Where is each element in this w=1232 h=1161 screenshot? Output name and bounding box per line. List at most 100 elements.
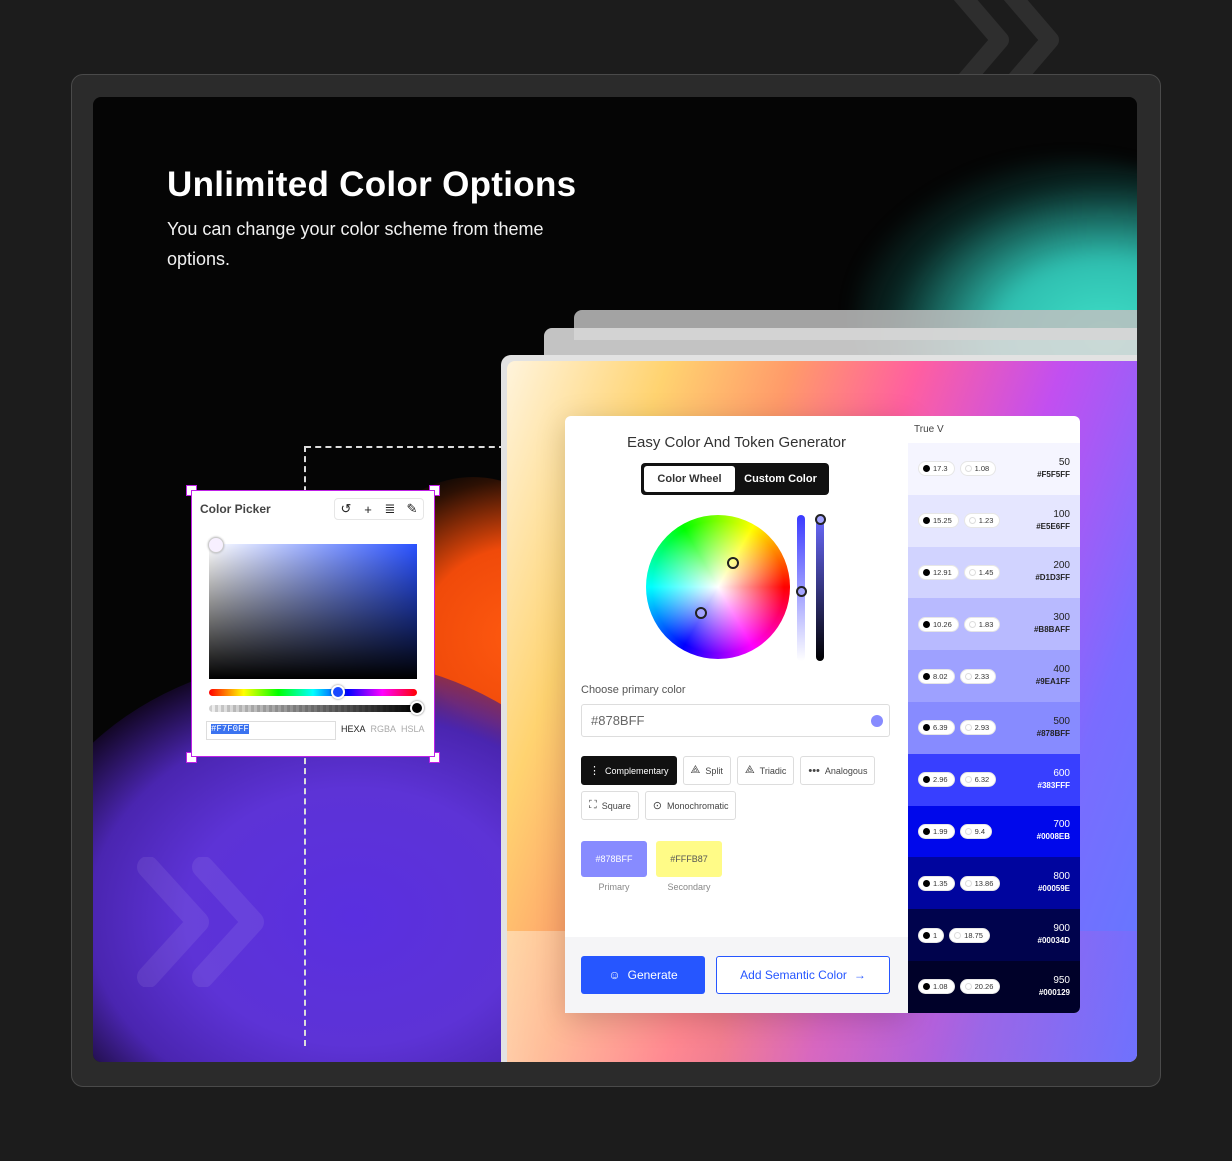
dark-dot-icon bbox=[923, 724, 930, 732]
split-icon: ⟁ bbox=[690, 764, 701, 776]
lightness-bar[interactable] bbox=[816, 515, 824, 661]
hex-input[interactable]: #F7F0FF bbox=[206, 721, 336, 740]
scale-row[interactable]: 2.96 6.32 600 #383FFF bbox=[908, 753, 1080, 806]
scale-row[interactable]: 1.08 20.26 950 #000129 bbox=[908, 960, 1080, 1013]
scale-row[interactable]: 1 18.75 900 #00034D bbox=[908, 909, 1080, 961]
scale-hex: #383FFF bbox=[1037, 780, 1070, 790]
analogous-icon: ••• bbox=[808, 764, 820, 777]
scale-row[interactable]: 15.25 1.23 100 #E5E6FF bbox=[908, 494, 1080, 547]
contrast-dark-value: 6.39 bbox=[933, 723, 948, 733]
primary-color-input[interactable]: #878BFF bbox=[581, 704, 890, 737]
mode-rgba[interactable]: RGBA bbox=[371, 724, 397, 734]
contrast-dark-value: 15.25 bbox=[933, 516, 952, 526]
scale-row[interactable]: 10.26 1.83 300 #B8BAFF bbox=[908, 598, 1080, 651]
light-dot-icon bbox=[954, 931, 962, 939]
lightness-bar-handle[interactable] bbox=[815, 514, 826, 525]
scale-hex: #0008EB bbox=[1036, 832, 1070, 842]
light-dot-icon bbox=[964, 465, 972, 473]
add-semantic-color-button[interactable]: Add Semantic Color → bbox=[716, 956, 890, 994]
hue-slider-handle[interactable] bbox=[331, 685, 345, 699]
generate-button[interactable]: ☺ Generate bbox=[581, 956, 705, 994]
contrast-pills: 12.91 1.45 bbox=[918, 564, 1001, 580]
scale-row-info: 700 #0008EB bbox=[1037, 819, 1070, 843]
reset-icon[interactable]: ↺ bbox=[335, 499, 357, 519]
dark-dot-icon bbox=[923, 672, 930, 680]
plus-icon[interactable]: + bbox=[357, 499, 379, 519]
scale-row-info: 800 #00059E bbox=[1038, 871, 1070, 895]
mode-toggle: Color Wheel Custom Color bbox=[641, 463, 829, 495]
scale-row[interactable]: 6.39 2.93 500 #878BFF bbox=[908, 701, 1080, 754]
mode-hexa[interactable]: HEXA bbox=[341, 724, 366, 734]
scale-title: True V bbox=[914, 424, 944, 435]
contrast-dark-pill: 1.99 bbox=[918, 823, 955, 839]
harmony-triadic[interactable]: ⟁ Triadic bbox=[736, 756, 795, 785]
hue-slider[interactable] bbox=[209, 689, 417, 696]
contrast-light-pill: 2.93 bbox=[959, 720, 997, 736]
scale-hex: #B8BAFF bbox=[1033, 625, 1070, 635]
light-dot-icon bbox=[964, 672, 972, 680]
harmony-label: Split bbox=[705, 765, 723, 776]
dark-dot-icon bbox=[923, 465, 930, 473]
contrast-pills: 17.3 1.08 bbox=[918, 461, 997, 477]
database-icon[interactable]: ≣ bbox=[379, 499, 401, 519]
contrast-light-pill: 1.23 bbox=[963, 513, 1001, 529]
scale-hex: #00059E bbox=[1037, 884, 1070, 894]
color-wheel[interactable] bbox=[646, 515, 790, 659]
swatch-secondary[interactable]: #FFFB87 Secondary bbox=[656, 841, 722, 892]
harmony-label: Triadic bbox=[759, 765, 787, 776]
light-dot-icon bbox=[968, 517, 976, 525]
contrast-light-pill: 1.08 bbox=[959, 461, 997, 477]
scale-step: 100 bbox=[1053, 508, 1070, 520]
harmony-monochromatic[interactable]: ⊙ Monochromatic bbox=[644, 791, 737, 820]
contrast-dark-pill: 1 bbox=[918, 927, 945, 943]
scale-row-info: 300 #B8BAFF bbox=[1034, 612, 1070, 636]
contrast-dark-pill: 15.25 bbox=[918, 513, 959, 529]
scale-row[interactable]: 8.02 2.33 400 #9EA1FF bbox=[908, 650, 1080, 702]
mode-hsla[interactable]: HSLA bbox=[401, 724, 425, 734]
wheel-handle-primary[interactable] bbox=[695, 607, 707, 619]
light-dot-icon bbox=[964, 827, 972, 835]
contrast-pills: 1.35 13.86 bbox=[918, 875, 1001, 891]
color-picker-title: Color Picker bbox=[200, 502, 271, 516]
saturation-area[interactable] bbox=[209, 544, 417, 679]
palette-icon: ☺ bbox=[608, 968, 621, 982]
light-dot-icon bbox=[964, 724, 972, 732]
contrast-light-value: 20.26 bbox=[974, 982, 994, 992]
swatch-primary[interactable]: #878BFF Primary bbox=[581, 841, 647, 892]
scale-row[interactable]: 1.99 9.4 700 #0008EB bbox=[908, 805, 1080, 858]
contrast-light-pill: 9.4 bbox=[959, 823, 993, 839]
triadic-icon: ⟁ bbox=[744, 764, 755, 776]
color-mode-switch: HEXA RGBA HSLA bbox=[341, 724, 425, 734]
scale-row[interactable]: 17.3 1.08 50 #F5F5FF bbox=[908, 443, 1080, 495]
harmony-square[interactable]: ⛶ Square bbox=[581, 791, 639, 820]
harmony-complementary[interactable]: ⋮ Complementary bbox=[581, 756, 677, 785]
dark-dot-icon bbox=[923, 568, 930, 576]
scale-hex: #000129 bbox=[1038, 987, 1070, 997]
saturation-handle[interactable] bbox=[208, 537, 224, 553]
alpha-slider[interactable] bbox=[209, 705, 417, 712]
scale-row[interactable]: 1.35 13.86 800 #00059E bbox=[908, 857, 1080, 910]
harmony-split[interactable]: ⟁ Split bbox=[682, 756, 731, 785]
contrast-dark-value: 1.08 bbox=[933, 982, 948, 992]
contrast-dark-value: 1 bbox=[933, 930, 938, 940]
scale-row-info: 950 #000129 bbox=[1039, 975, 1070, 999]
scale-row-info: 400 #9EA1FF bbox=[1036, 664, 1070, 688]
tab-custom-color[interactable]: Custom Color bbox=[735, 466, 826, 492]
swatch-primary-label: Primary bbox=[598, 882, 630, 892]
scale-row[interactable]: 12.91 1.45 200 #D1D3FF bbox=[908, 546, 1080, 599]
saturation-bar-handle[interactable] bbox=[796, 586, 807, 597]
tab-color-wheel[interactable]: Color Wheel bbox=[644, 466, 735, 492]
eyedropper-icon[interactable]: ✎ bbox=[401, 499, 423, 519]
harmony-analogous[interactable]: ••• Analogous bbox=[800, 756, 876, 785]
harmony-options: ⋮ Complementary ⟁ Split ⟁ Triadic ••• Analog… bbox=[581, 756, 891, 820]
contrast-dark-pill: 12.91 bbox=[918, 564, 959, 580]
light-dot-icon bbox=[964, 879, 972, 887]
contrast-light-value: 1.23 bbox=[978, 516, 994, 526]
wheel-handle-secondary[interactable] bbox=[727, 557, 739, 569]
contrast-light-pill: 20.26 bbox=[959, 979, 1001, 995]
alpha-slider-handle[interactable] bbox=[410, 701, 424, 715]
dark-dot-icon bbox=[923, 620, 930, 628]
primary-color-label: Choose primary color bbox=[581, 684, 686, 696]
color-picker-header: Color Picker ↺ + ≣ ✎ bbox=[192, 491, 434, 527]
scale-rows: 17.3 1.08 50 #F5F5FF 15.25 1.23 100 #E5E6FF 12.9… bbox=[908, 443, 1080, 1013]
